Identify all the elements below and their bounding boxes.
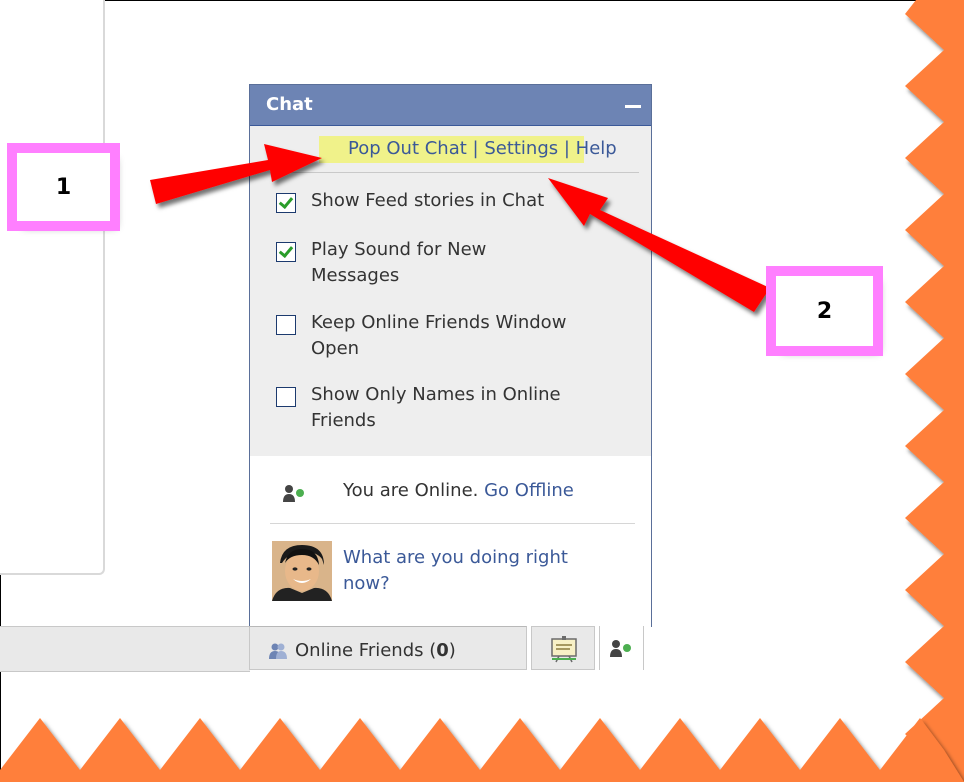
- show-feed-stories-checkbox[interactable]: [276, 193, 296, 213]
- notifications-tab[interactable]: [531, 626, 595, 670]
- links-divider: [270, 172, 639, 173]
- play-sound-checkbox[interactable]: [276, 242, 296, 262]
- option-label: Keep Online Friends Window Open: [311, 312, 567, 359]
- left-content-panel: [0, 0, 105, 575]
- callout-1: 1: [7, 143, 120, 231]
- status-divider: [270, 523, 635, 524]
- friends-icon: [269, 643, 287, 659]
- notifications-board-icon: [551, 636, 577, 663]
- settings-link[interactable]: Settings: [484, 138, 558, 159]
- avatar: [272, 541, 332, 601]
- help-link[interactable]: Help: [576, 138, 617, 159]
- minimize-icon[interactable]: [625, 105, 641, 108]
- chat-header: Chat: [250, 85, 651, 126]
- go-offline-link[interactable]: Go Offline: [484, 480, 574, 501]
- keep-window-open-checkbox[interactable]: [276, 315, 296, 335]
- chat-panel: Chat Pop Out Chat | Settings | Help Show…: [249, 84, 652, 627]
- link-separator: |: [558, 138, 576, 159]
- screenshot: Chat Pop Out Chat | Settings | Help Show…: [0, 0, 964, 782]
- online-count: 0: [436, 640, 449, 661]
- chat-bar: Online Friends (0): [249, 626, 664, 672]
- option-label: Show Feed stories in Chat: [311, 190, 545, 211]
- chat-settings-area: Pop Out Chat | Settings | Help Show Feed…: [250, 126, 651, 456]
- chat-title: Chat: [266, 94, 313, 115]
- chat-status-tab[interactable]: [599, 626, 644, 670]
- online-person-icon: [610, 640, 631, 657]
- link-separator: |: [466, 138, 485, 159]
- online-friends-label: Online Friends (0): [295, 640, 456, 661]
- callout-2: 2: [766, 266, 883, 356]
- chat-links: Pop Out Chat | Settings | Help: [348, 138, 617, 159]
- show-only-names-checkbox[interactable]: [276, 387, 296, 407]
- bottom-bar: [0, 626, 250, 672]
- pop-out-chat-link[interactable]: Pop Out Chat: [348, 138, 467, 159]
- online-friends-tab[interactable]: Online Friends (0): [249, 626, 527, 670]
- online-person-icon: [283, 485, 304, 502]
- option-label: Show Only Names in Online Friends: [311, 384, 561, 431]
- option-label: Play Sound for New Messages: [311, 239, 487, 286]
- status-text: You are Online. Go Offline: [343, 480, 574, 501]
- status-update-prompt[interactable]: What are you doing right now?: [343, 545, 568, 597]
